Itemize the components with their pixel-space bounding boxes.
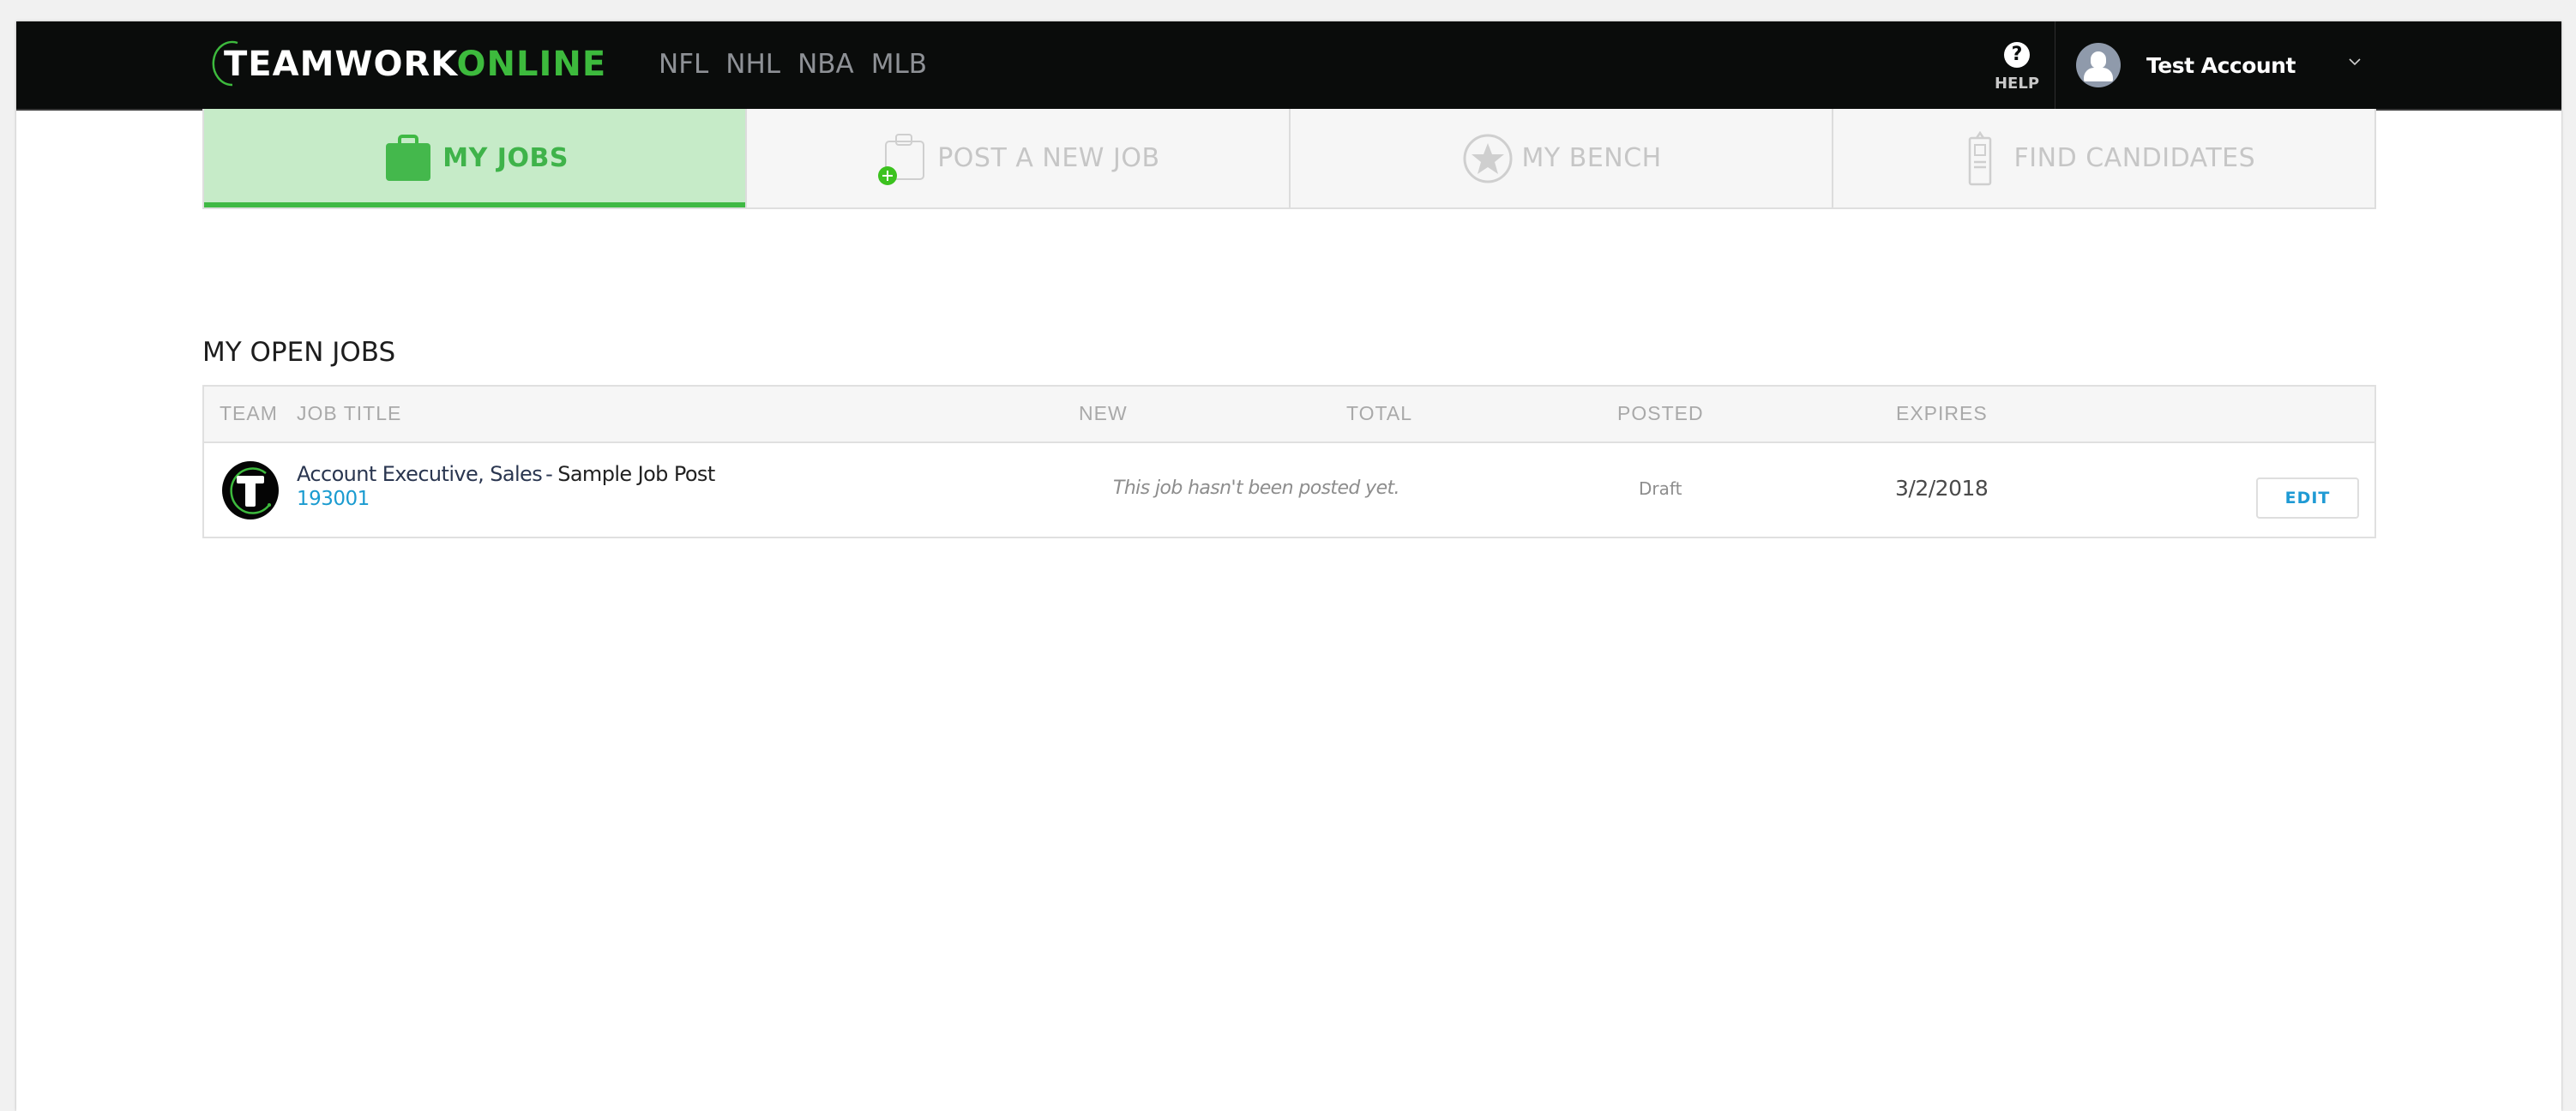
main-tabs: MY JOBS POST A NEW JOB MY BENCH FIND CAN… xyxy=(202,109,2376,209)
star-circle-icon xyxy=(1463,134,1512,183)
question-circle-icon: ? xyxy=(2004,42,2030,68)
column-header-new: NEW xyxy=(1079,402,1128,424)
tab-label: FIND CANDIDATES xyxy=(2013,143,2256,173)
posted-status: Draft xyxy=(1639,478,1682,499)
job-title-line: Account Executive, Sales - Sample Job Post xyxy=(297,462,715,486)
tab-my-bench[interactable]: MY BENCH xyxy=(1291,109,1833,207)
column-header-posted: POSTED xyxy=(1617,402,1704,424)
teamwork-online-logo[interactable]: TEAMWORKONLINE xyxy=(212,40,623,87)
league-link-nba[interactable]: NBA xyxy=(797,45,854,83)
table-row: Account Executive, Sales - Sample Job Post… xyxy=(204,443,2374,537)
tab-my-jobs[interactable]: MY JOBS xyxy=(204,109,748,207)
user-name: Test Account xyxy=(2146,52,2296,78)
tab-find-candidates[interactable]: FIND CANDIDATES xyxy=(1833,109,2374,207)
help-label: HELP xyxy=(1994,75,2040,93)
briefcase-icon xyxy=(386,134,431,181)
tab-post-a-new-job[interactable]: POST A NEW JOB xyxy=(747,109,1291,207)
not-posted-note: This job hasn't been posted yet. xyxy=(1113,477,1400,499)
team-logo-icon xyxy=(222,461,279,519)
help-button[interactable]: ? HELP xyxy=(1989,39,2045,99)
league-link-nhl[interactable]: NHL xyxy=(725,45,780,83)
column-header-job-title: JOB TITLE xyxy=(297,402,402,424)
section-title: MY OPEN JOBS xyxy=(202,337,396,368)
user-silhouette-icon xyxy=(2091,51,2106,69)
user-menu[interactable]: Test Account xyxy=(2076,42,2361,88)
job-id-link[interactable]: 193001 xyxy=(297,488,370,510)
logo-text: TEAMWORKONLINE xyxy=(224,45,607,84)
column-header-team: TEAM xyxy=(220,402,278,424)
column-header-expires: EXPIRES xyxy=(1896,402,1988,424)
job-company: Sample Job Post xyxy=(557,462,715,486)
league-link-mlb[interactable]: MLB xyxy=(871,45,927,83)
chevron-down-icon[interactable] xyxy=(2349,56,2361,68)
user-silhouette-body xyxy=(2084,68,2113,81)
league-link-nfl[interactable]: NFL xyxy=(659,45,708,83)
job-title-separator: - xyxy=(545,462,553,486)
edit-job-button[interactable]: EDIT xyxy=(2256,477,2359,519)
user-avatar xyxy=(2076,43,2121,87)
open-jobs-table: TEAM JOB TITLE NEW TOTAL POSTED EXPIRES … xyxy=(202,385,2376,538)
tab-label: POST A NEW JOB xyxy=(937,143,1160,173)
tab-label: MY BENCH xyxy=(1521,143,1662,173)
id-badge-icon xyxy=(1968,130,1991,185)
job-title-link[interactable]: Account Executive, Sales xyxy=(297,462,543,486)
browser-window: TEAMWORKONLINE NFL NHL NBA MLB ? HELP Te… xyxy=(16,21,2561,1111)
column-header-total: TOTAL xyxy=(1346,402,1412,424)
league-links: NFL NHL NBA MLB xyxy=(659,45,927,83)
expires-date: 3/2/2018 xyxy=(1895,476,1989,501)
top-nav-bar: TEAMWORKONLINE NFL NHL NBA MLB ? HELP Te… xyxy=(16,21,2561,111)
table-header: TEAM JOB TITLE NEW TOTAL POSTED EXPIRES xyxy=(204,387,2374,443)
tab-label: MY JOBS xyxy=(442,143,569,173)
briefcase-plus-icon xyxy=(878,133,925,185)
